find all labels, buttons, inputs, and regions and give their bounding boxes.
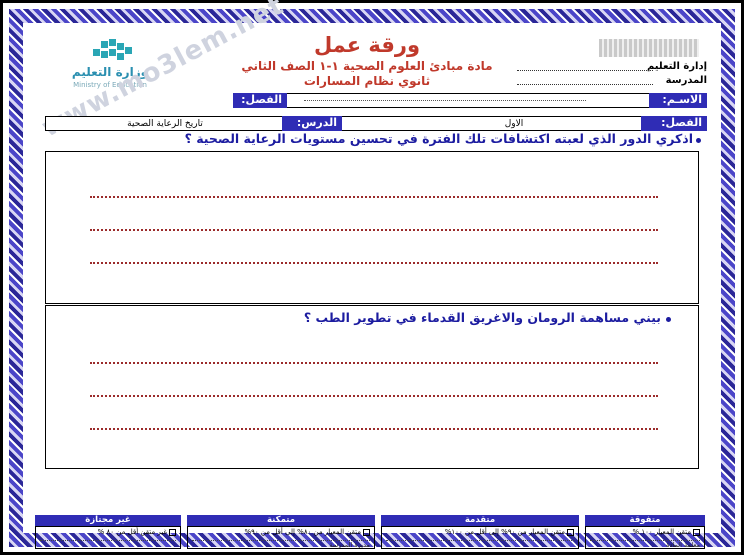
semester-value: الاول xyxy=(504,119,524,129)
decorative-border: وزارة التعليم Ministry of Education www.… xyxy=(9,0,735,549)
rubric-criterion: متقن المعيار من ٨٠% إلى أقل من ٩٠% xyxy=(244,528,361,536)
subject-line: مادة مبادئ العلوم الصحية ١-١ الصف الثاني xyxy=(241,59,493,73)
school-row: المدرسة xyxy=(507,75,707,87)
kingdom-emblem-icon xyxy=(599,39,699,57)
lesson-label: الدرس: xyxy=(282,116,342,131)
rubric-criterion: غير متقن أقل من ٨٠ % xyxy=(97,528,167,536)
rubric-level-title: متقدمة xyxy=(381,515,579,526)
rubric-table: متفوقة متقن المعيار ١٠٠ % معلمة المادة م… xyxy=(35,515,705,549)
question-2-answer-box[interactable] xyxy=(45,305,699,469)
rubric-level-body: متقن المعيار ١٠٠ % معلمة المادة xyxy=(585,526,705,549)
checkbox-icon[interactable] xyxy=(567,528,574,536)
rubric-level-2: متقدمة متقن المعيار من ٩٠% إلى أقل من ١٠… xyxy=(381,515,579,549)
admin-row: إدارة التعليم xyxy=(507,61,707,73)
rubric-level-3: متمكنة متقن المعيار من ٨٠% إلى أقل من ٩٠… xyxy=(187,515,375,549)
checkbox-icon[interactable] xyxy=(169,528,176,536)
question-1-answer-box[interactable] xyxy=(45,151,699,304)
lesson-value: تاريخ الرعاية الصحية xyxy=(127,119,203,129)
student-info-bar xyxy=(233,93,707,108)
name-field[interactable] xyxy=(304,100,586,101)
rubric-level-body: متقن المعيار من ٩٠% إلى أقل من ١٠٠% xyxy=(381,526,579,549)
name-label: الاسـم: xyxy=(649,93,707,108)
question-1-bullet-icon xyxy=(696,138,701,143)
class-label: الفصل: xyxy=(233,93,287,108)
worksheet-content: وزارة التعليم Ministry of Education www.… xyxy=(35,0,707,549)
admin-field[interactable] xyxy=(517,70,653,71)
ministry-logo-mark-icon xyxy=(93,39,141,65)
rubric-criterion: متقن المعيار من ٩٠% إلى أقل من ١٠٠% xyxy=(444,528,565,536)
answer-line[interactable] xyxy=(90,229,658,231)
admin-label: إدارة التعليم xyxy=(646,61,707,72)
rubric-signature-label xyxy=(386,540,574,541)
rubric-level-body: متقن المعيار من ٨٠% إلى أقل من ٩٠% مديرة… xyxy=(187,526,375,549)
page-title: ورقة عمل xyxy=(313,33,421,57)
rubric-level-title: متفوقة xyxy=(585,515,705,526)
answer-line[interactable] xyxy=(90,262,658,264)
checkbox-icon[interactable] xyxy=(693,528,700,536)
answer-line[interactable] xyxy=(90,395,658,397)
school-label: المدرسة xyxy=(665,75,707,86)
rubric-signature-label: معلمة المادة xyxy=(590,540,700,550)
answer-line[interactable] xyxy=(90,196,658,198)
worksheet-page: وزارة التعليم Ministry of Education www.… xyxy=(0,0,744,555)
rubric-level-title: غير مجتازة xyxy=(35,515,181,526)
rubric-level-title: متمكنة xyxy=(187,515,375,526)
lesson-info-bar: الاول تاريخ الرعاية الصحية xyxy=(45,116,707,131)
semester-label: الفصل: xyxy=(641,116,707,131)
rubric-level-1: متفوقة متقن المعيار ١٠٠ % معلمة المادة xyxy=(585,515,705,549)
checkbox-icon[interactable] xyxy=(363,528,370,536)
answer-line[interactable] xyxy=(90,362,658,364)
rubric-signature-label: مديرة المدرسة xyxy=(192,540,370,550)
rubric-signature-label xyxy=(40,540,176,541)
school-field[interactable] xyxy=(517,84,653,85)
rubric-criterion: متقن المعيار ١٠٠ % xyxy=(632,528,691,536)
question-1-text: اذكري الدور الذي لعبته اكتشافات تلك الفت… xyxy=(184,131,693,146)
track-line: ثانوي نظام المسارات xyxy=(303,74,431,88)
rubric-level-body: غير متقن أقل من ٨٠ % xyxy=(35,526,181,549)
answer-line[interactable] xyxy=(90,428,658,430)
rubric-level-4: غير مجتازة غير متقن أقل من ٨٠ % xyxy=(35,515,181,549)
